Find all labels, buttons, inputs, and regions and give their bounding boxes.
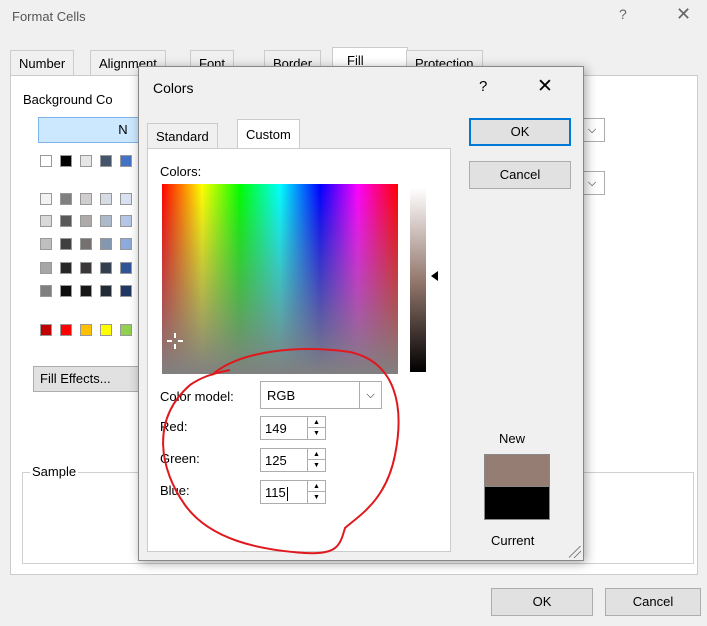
no-color-button[interactable]: N [38,117,148,143]
swatch[interactable] [120,155,132,167]
window-title: Format Cells [12,9,86,24]
crosshair-icon [167,333,183,349]
colors-dialog-title: Colors [153,80,194,96]
swatch[interactable] [100,215,112,227]
swatch[interactable] [80,155,92,167]
help-icon[interactable]: ? [479,78,487,95]
swatch[interactable] [120,324,132,336]
red-spinner[interactable]: 149 ▲ ▼ [260,416,326,440]
swatch[interactable] [80,215,92,227]
swatch[interactable] [60,238,72,250]
blue-spinner[interactable]: 115 ▲ ▼ [260,480,326,504]
colors-label: Colors: [160,164,202,179]
luminance-slider[interactable] [410,188,426,372]
tab-standard[interactable]: Standard [147,123,218,149]
spin-up-icon[interactable]: ▲ [308,481,325,492]
swatch[interactable] [100,238,112,250]
format-cells-ok-button[interactable]: OK [491,588,593,616]
swatch[interactable] [40,155,52,167]
swatch[interactable] [40,324,52,336]
color-spectrum[interactable] [162,184,398,374]
close-icon[interactable]: ✕ [676,4,691,25]
tab-custom[interactable]: Custom [237,119,300,149]
swatch[interactable] [120,262,132,274]
swatch[interactable] [80,238,92,250]
swatch[interactable] [60,262,72,274]
swatch[interactable] [80,324,92,336]
green-label: Green: [160,451,200,466]
red-label: Red: [160,419,188,434]
current-color-swatch [484,486,550,520]
colors-dialog: Colors ? ✕ Standard Custom Colors: Color… [138,66,584,561]
new-color-swatch [484,454,550,486]
swatch[interactable] [120,193,132,205]
color-model-label: Color model: [160,389,234,404]
swatch[interactable] [100,155,112,167]
swatch[interactable] [60,193,72,205]
text-caret [286,486,288,501]
swatch[interactable] [40,215,52,227]
green-spinner[interactable]: 125 ▲ ▼ [260,448,326,472]
color-model-select[interactable]: RGB ⌵ [260,381,382,409]
sample-label: Sample [30,464,79,479]
swatch[interactable] [80,285,92,297]
format-cells-cancel-button[interactable]: Cancel [605,588,701,616]
spin-down-icon[interactable]: ▼ [308,460,325,471]
spin-up-icon[interactable]: ▲ [308,449,325,460]
new-color-label: New [499,431,526,446]
swatch[interactable] [60,285,72,297]
spin-up-icon[interactable]: ▲ [308,417,325,428]
tab-number[interactable]: Number [10,50,75,76]
swatch[interactable] [60,155,72,167]
swatch[interactable] [120,285,132,297]
current-color-label: Current [491,533,535,548]
spin-down-icon[interactable]: ▼ [308,492,325,503]
chevron-down-icon: ⌵ [587,124,597,136]
spin-down-icon[interactable]: ▼ [308,428,325,439]
help-icon[interactable]: ? [619,6,627,22]
swatch[interactable] [100,324,112,336]
green-value: 125 [265,453,287,468]
swatch[interactable] [40,193,52,205]
swatch[interactable] [120,215,132,227]
blue-label: Blue: [160,483,190,498]
fill-effects-button[interactable]: Fill Effects... [33,366,141,392]
swatch[interactable] [120,238,132,250]
swatch[interactable] [40,238,52,250]
color-model-value: RGB [267,388,296,403]
swatch[interactable] [100,262,112,274]
red-value: 149 [265,421,287,436]
swatch[interactable] [40,285,52,297]
swatch[interactable] [60,324,72,336]
swatch[interactable] [80,193,92,205]
resize-grip-icon[interactable] [569,546,581,558]
colors-ok-button[interactable]: OK [469,118,571,146]
swatch[interactable] [60,215,72,227]
close-icon[interactable]: ✕ [537,75,553,98]
colors-cancel-button[interactable]: Cancel [469,161,571,189]
luminance-arrow-icon[interactable] [431,271,438,281]
swatch[interactable] [80,262,92,274]
blue-value: 115 [265,485,288,501]
swatch[interactable] [100,193,112,205]
swatch[interactable] [40,262,52,274]
chevron-down-icon: ⌵ [359,382,381,408]
chevron-down-icon: ⌵ [587,177,597,189]
background-color-label: Background Co [23,92,113,107]
swatch[interactable] [100,285,112,297]
